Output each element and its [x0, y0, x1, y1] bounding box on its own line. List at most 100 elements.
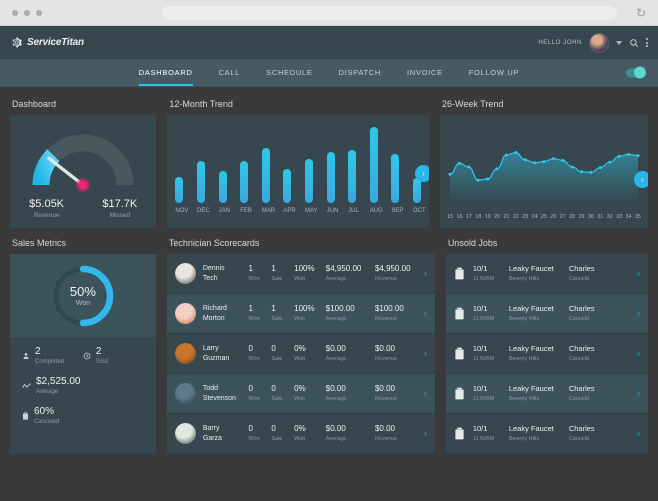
- line-point-17: [467, 165, 471, 169]
- week-label-25: 25: [540, 214, 548, 220]
- unsold-jobs-list: 10/1 11:50AM Leaky Faucet Beverly Hills …: [445, 254, 648, 454]
- search-icon[interactable]: [629, 38, 639, 48]
- sales-metric-list: 2 Completed 2 Sold $2,525.00 Average 60%…: [10, 337, 156, 454]
- week-label-23: 23: [522, 214, 529, 220]
- line-point-23: [523, 158, 527, 162]
- technician-won: 0 Won: [248, 384, 271, 402]
- technician-row[interactable]: Dennis Tech 1 Won 1 Sale 100% Won $4,950.…: [166, 254, 435, 294]
- week-label-27: 27: [559, 214, 566, 220]
- chevron-right-icon[interactable]: ›: [424, 429, 427, 438]
- avatar[interactable]: [589, 32, 609, 53]
- technician-sale-label: Sale: [271, 435, 283, 442]
- week-label-22: 22: [512, 214, 519, 220]
- unsold-job-row[interactable]: 10/1 11:50AM Leaky Faucet Beverly Hills …: [445, 254, 648, 294]
- line-point-16: [457, 161, 461, 165]
- twenty-six-week-chart-card: 15 16 17 18 19 20 21 22 23 24 25 26 27 28 29 30 31 32 33 34…: [440, 115, 648, 228]
- technician-sale-value: 0: [271, 344, 276, 354]
- next-arrow-button[interactable]: ›: [634, 171, 648, 188]
- unsold-job-row[interactable]: 10/1 11:50AM Leaky Faucet Beverly Hills …: [445, 414, 648, 454]
- trash-job-icon: [454, 267, 465, 280]
- tab-dashboard[interactable]: DASHBOARD: [138, 59, 193, 86]
- job-date: 10/1 11:50AM: [473, 425, 509, 442]
- week-label-33: 33: [616, 214, 623, 220]
- line-point-32: [608, 160, 612, 164]
- job-status-value: Canceld: [568, 435, 589, 442]
- tab-invoice[interactable]: INVOICE: [407, 59, 443, 86]
- week-label-32: 32: [606, 214, 613, 220]
- next-arrow-button[interactable]: ›: [415, 165, 429, 182]
- technician-average-value: $0.00: [325, 344, 346, 354]
- technician-sale: 0 Sale: [271, 384, 294, 402]
- week-label-24: 24: [531, 214, 538, 220]
- technician-row[interactable]: Todd Stevenson 0 Won 0 Sale 0% Won $0.00 …: [166, 374, 435, 414]
- chevron-down-icon[interactable]: [616, 40, 622, 45]
- technician-revenue: $0.00 Revenue: [375, 384, 424, 402]
- metric-sold-value: 2: [95, 346, 102, 357]
- job-title-value: Leaky Faucet: [508, 304, 554, 314]
- nav-toggle-switch[interactable]: [626, 66, 646, 79]
- chevron-right-icon[interactable]: ›: [637, 309, 640, 318]
- job-time-value: 11:50AM: [472, 395, 495, 402]
- kebab-menu-icon[interactable]: [646, 38, 648, 47]
- chevron-right-icon[interactable]: ›: [424, 309, 427, 318]
- unsold-job-row[interactable]: 10/1 11:50AM Leaky Faucet Beverly Hills …: [445, 374, 648, 414]
- window-controls[interactable]: [12, 9, 42, 16]
- metric-average-label: Average: [36, 389, 59, 395]
- metric-average-value: $2,525.00: [36, 376, 81, 387]
- trend-line-icon: [22, 377, 31, 395]
- technician-pct-value: 100%: [294, 264, 315, 274]
- bar-chart-x-labels: NOV DEC JAN FEB MAR APR MAY JUN JUL AUG SEP OCT: [173, 208, 425, 214]
- line-point-15: [448, 172, 452, 176]
- week-label-31: 31: [597, 214, 604, 220]
- chevron-right-icon[interactable]: ›: [424, 349, 427, 358]
- chevron-right-icon[interactable]: ›: [424, 389, 427, 398]
- reload-icon[interactable]: ↻: [636, 7, 646, 19]
- technician-row[interactable]: Larry Guzman 0 Won 0 Sale 0% Won $0.00 Av…: [166, 334, 435, 374]
- bar-mar: [261, 148, 270, 203]
- metric-row-canceled: 60% Canceled: [22, 406, 144, 425]
- chevron-right-icon[interactable]: ›: [637, 429, 640, 438]
- bar-chart-bars: [173, 123, 423, 203]
- technician-sale-label: Sale: [271, 395, 283, 402]
- donut-center-labels: 50% Won: [70, 284, 96, 307]
- technician-won: 1 Won: [248, 304, 271, 322]
- unsold-job-row[interactable]: 10/1 11:50AM Leaky Faucet Beverly Hills …: [445, 334, 648, 374]
- line-point-22: [514, 151, 518, 155]
- window-maximize-dot[interactable]: [36, 9, 42, 16]
- chevron-right-icon[interactable]: ›: [637, 389, 640, 398]
- unsold-job-row[interactable]: 10/1 11:50AM Leaky Faucet Beverly Hills …: [445, 294, 648, 334]
- tab-schedule[interactable]: SCHEDULE: [266, 59, 312, 86]
- twelve-month-chart-card: NOV DEC JAN FEB MAR APR MAY JUN JUL AUG SEP OCT ›: [167, 115, 429, 228]
- job-date-value: 10/1: [472, 424, 488, 434]
- tab-follow-up[interactable]: FOLLOW UP: [469, 59, 519, 86]
- bar-jun: [326, 151, 335, 203]
- tab-dispatch[interactable]: DISPATCH: [339, 59, 381, 86]
- technician-revenue-label: Revenue: [374, 355, 397, 362]
- bar-nov: [175, 176, 184, 203]
- technician-scorecards-widget: Technician Scorecards Dennis Tech 1 Won 1…: [166, 234, 435, 454]
- technician-pct-label: Won: [294, 275, 306, 282]
- job-location-value: Beverly Hills: [508, 435, 540, 442]
- window-close-dot[interactable]: [12, 9, 18, 16]
- technician-row[interactable]: Richard Morton 1 Won 1 Sale 100% Won $100…: [166, 294, 435, 334]
- window-minimize-dot[interactable]: [24, 9, 30, 16]
- technician-won-value: 0: [248, 384, 253, 394]
- technician-sale-label: Sale: [271, 315, 283, 322]
- gauge-revenue-stat: $5.05K Revenue: [29, 198, 64, 219]
- technician-sale: 1 Sale: [271, 304, 294, 322]
- tab-call[interactable]: CALL: [219, 59, 241, 86]
- week-label-20: 20: [493, 214, 501, 220]
- chevron-right-icon[interactable]: ›: [637, 269, 640, 278]
- person-icon: [22, 347, 30, 365]
- technician-sale-value: 0: [271, 384, 276, 394]
- week-label-17: 17: [465, 214, 472, 220]
- technician-row[interactable]: Barry Garza 0 Won 0 Sale 0% Won $0.00 Ave…: [166, 414, 435, 454]
- chevron-right-icon[interactable]: ›: [637, 349, 640, 358]
- week-label-26: 26: [550, 214, 557, 220]
- line-point-29: [580, 170, 584, 174]
- brand-logo[interactable]: ServiceTitan: [10, 36, 84, 49]
- chevron-right-icon[interactable]: ›: [424, 269, 427, 278]
- address-bar[interactable]: [162, 5, 617, 20]
- browser-chrome: ↻: [0, 0, 658, 26]
- bar-label-apr: APR: [283, 208, 296, 214]
